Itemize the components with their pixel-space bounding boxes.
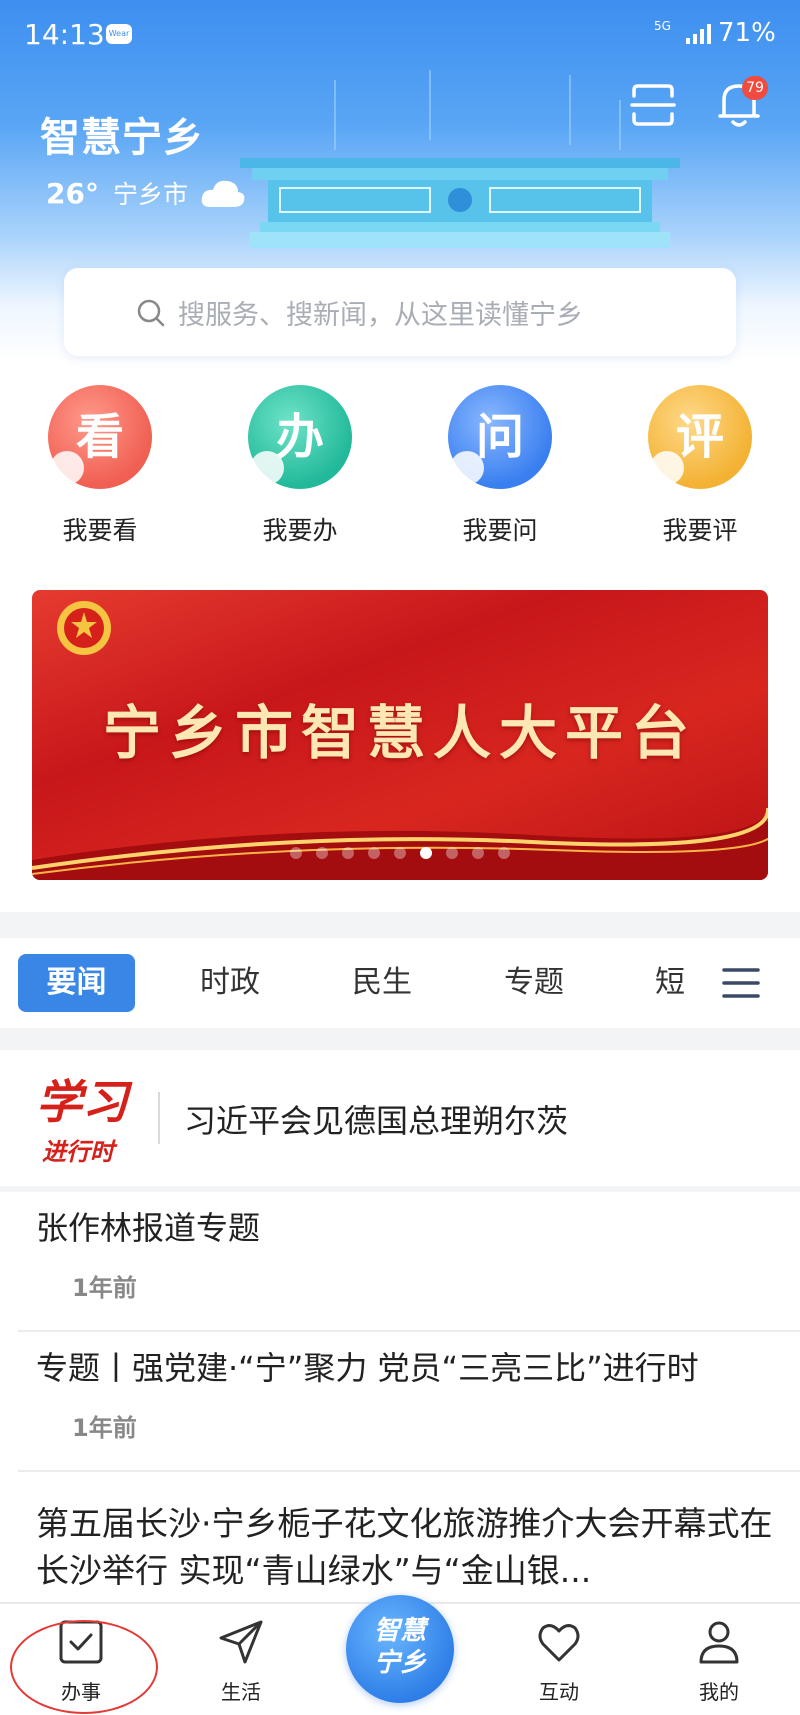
tab-short[interactable]: 短 <box>640 954 700 1012</box>
carousel-dot <box>446 847 458 859</box>
news-item[interactable]: 专题丨强党建·“宁”聚力 党员“三亮三比”进行时 1年前 <box>0 1332 800 1470</box>
nav-label: 生活 <box>221 1680 261 1704</box>
nav-label: 互动 <box>539 1680 579 1704</box>
news-tabs: 要闻 时政 民生 专题 短 <box>0 938 800 1028</box>
banner-carousel[interactable]: 宁乡市智慧人大平台 <box>32 590 768 880</box>
news-title: 张作林报道专题 <box>36 1209 261 1247</box>
featured-headline[interactable]: 学习 进行时 习近平会见德国总理朔尔茨 <box>0 1050 800 1186</box>
menu-icon[interactable] <box>722 966 760 1000</box>
question-icon <box>450 451 484 485</box>
carousel-dot <box>316 847 328 859</box>
news-title: 专题丨强党建·“宁”聚力 党员“三亮三比”进行时 <box>36 1349 699 1387</box>
banner-title: 宁乡市智慧人大平台 <box>102 699 697 767</box>
nav-interact[interactable]: 互动 <box>504 1604 614 1715</box>
heart-icon <box>538 1624 580 1662</box>
cloud-icon <box>201 180 245 207</box>
news-title[interactable]: 第五届长沙·宁乡栀子花文化旅游推介大会开幕式在长沙举行 实现“青山绿水”与“金山… <box>36 1500 776 1594</box>
banner-wave-decoration <box>32 800 768 880</box>
carousel-dot <box>368 847 380 859</box>
carousel-dot-active <box>420 847 432 859</box>
quick-entry-label: 我要办 <box>262 516 338 545</box>
quick-entry-label: 我要看 <box>62 516 138 545</box>
tab-livelihood[interactable]: 民生 <box>322 954 442 1012</box>
wear-icon: Wear <box>106 24 132 44</box>
tab-topics[interactable]: 专题 <box>474 954 594 1012</box>
temperature: 26° <box>46 176 99 210</box>
nav-label: 我的 <box>699 1680 739 1704</box>
review-icon: 评 <box>648 385 752 489</box>
carousel-dot <box>498 847 510 859</box>
xuexi-logo-bottom: 进行时 <box>42 1138 114 1166</box>
news-time: 1年前 <box>72 1414 137 1442</box>
search-placeholder: 搜服务、搜新闻，从这里读懂宁乡 <box>178 299 583 331</box>
city-name: 宁乡市 <box>112 180 188 209</box>
send-icon <box>219 1620 263 1664</box>
nav-home-label: 智慧 宁乡 <box>373 1616 426 1678</box>
carousel-dot <box>394 847 406 859</box>
battery-level: 71% <box>718 18 776 48</box>
quick-entry-ask[interactable]: 问 我要问 <box>430 385 570 547</box>
carousel-dot <box>342 847 354 859</box>
carousel-indicator <box>32 847 768 859</box>
nav-mine[interactable]: 我的 <box>664 1604 774 1715</box>
do-icon: 办 <box>248 385 352 489</box>
scan-icon[interactable] <box>630 82 676 128</box>
section-divider <box>0 1028 800 1050</box>
divider <box>18 1470 800 1472</box>
nav-life[interactable]: 生活 <box>186 1604 296 1715</box>
news-item[interactable]: 张作林报道专题 1年前 <box>0 1192 800 1330</box>
user-icon <box>699 1621 739 1664</box>
weather-widget[interactable]: 26° 宁乡市 <box>46 175 246 211</box>
search-input[interactable]: 搜服务、搜新闻，从这里读懂宁乡 <box>64 268 736 356</box>
quick-entry-label: 我要评 <box>662 516 738 545</box>
quick-entries: 看 我要看 办 我要办 问 我要问 评 我要评 <box>0 385 800 565</box>
nav-home-button[interactable]: 智慧 宁乡 <box>346 1595 454 1703</box>
notification-badge: 79 <box>742 76 768 100</box>
check-icon <box>250 451 284 485</box>
xuexi-logo: 学习 进行时 <box>36 1060 136 1170</box>
featured-title: 习近平会见德国总理朔尔茨 <box>184 1102 569 1140</box>
annotation-circle <box>10 1620 158 1714</box>
carousel-dot <box>290 847 302 859</box>
section-divider <box>0 912 800 938</box>
eye-icon <box>50 451 84 485</box>
national-emblem-icon <box>57 601 111 655</box>
quick-entry-review[interactable]: 评 我要评 <box>630 385 770 547</box>
divider <box>158 1092 160 1144</box>
signal-icon <box>686 24 711 44</box>
status-time: 14:13 <box>24 18 105 51</box>
xuexi-logo-top: 学习 <box>36 1075 128 1129</box>
tab-headlines[interactable]: 要闻 <box>18 954 135 1012</box>
network-label: 5G <box>654 19 671 33</box>
chat-icon <box>650 451 684 485</box>
search-icon <box>137 299 165 327</box>
carousel-dot <box>472 847 484 859</box>
app-title: 智慧宁乡 <box>40 115 204 161</box>
quick-entry-do[interactable]: 办 我要办 <box>230 385 370 547</box>
quick-entry-watch[interactable]: 看 我要看 <box>30 385 170 547</box>
tab-politics[interactable]: 时政 <box>170 954 290 1012</box>
quick-entry-label: 我要问 <box>462 516 538 545</box>
ask-icon: 问 <box>448 385 552 489</box>
watch-icon: 看 <box>48 385 152 489</box>
news-time: 1年前 <box>72 1274 137 1302</box>
